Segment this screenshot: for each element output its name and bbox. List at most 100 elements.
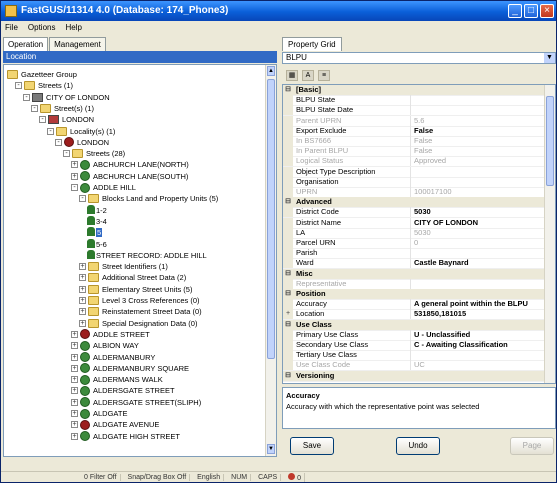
- minimize-button[interactable]: _: [508, 4, 522, 18]
- tree-node[interactable]: Gazetteer Group: [7, 69, 77, 80]
- tree-node[interactable]: - Locality(s) (1): [47, 126, 115, 137]
- expand-icon[interactable]: +: [71, 410, 78, 417]
- grid-scroll-thumb[interactable]: [546, 96, 554, 186]
- grid-category[interactable]: ⊟ Versioning: [283, 370, 545, 382]
- expand-icon[interactable]: +: [71, 376, 78, 384]
- property-value[interactable]: [411, 177, 545, 187]
- property-value[interactable]: False: [411, 146, 545, 156]
- collapse-icon[interactable]: -: [63, 150, 70, 158]
- property-value[interactable]: CITY OF LONDON: [411, 218, 545, 228]
- collapse-icon[interactable]: -: [79, 195, 86, 203]
- tree-node[interactable]: - LONDON: [55, 137, 109, 148]
- tree-node[interactable]: + ABCHURCH LANE(SOUTH): [71, 171, 188, 182]
- category-toggle-icon[interactable]: ⊟: [283, 197, 293, 208]
- property-value[interactable]: False: [411, 136, 545, 146]
- property-value[interactable]: [411, 279, 545, 289]
- collapse-icon[interactable]: -: [31, 104, 38, 112]
- property-value[interactable]: [411, 167, 545, 177]
- alphabetical-icon[interactable]: A: [302, 69, 314, 81]
- scroll-down-icon[interactable]: ▼: [267, 444, 275, 454]
- expand-icon[interactable]: +: [79, 297, 86, 304]
- object-selector[interactable]: BLPU ▼: [282, 52, 556, 64]
- tree-node[interactable]: + Additional Street Data (2): [79, 272, 186, 283]
- property-value[interactable]: False: [411, 126, 545, 136]
- tree-node[interactable]: + Elementary Street Units (5): [79, 284, 192, 295]
- expand-icon[interactable]: +: [71, 161, 78, 169]
- expand-icon[interactable]: +: [71, 330, 78, 338]
- tree-node[interactable]: + Street Identifiers (1): [79, 261, 168, 272]
- category-toggle-icon[interactable]: ⊟: [283, 268, 293, 279]
- property-value[interactable]: 5030: [411, 228, 545, 238]
- collapse-icon[interactable]: -: [15, 82, 22, 90]
- scroll-up-icon[interactable]: ▲: [267, 66, 275, 76]
- tree-node[interactable]: + ALDERMANS WALK: [71, 374, 163, 385]
- page-button[interactable]: Page: [510, 437, 554, 455]
- property-value[interactable]: A general point within the BLPU: [411, 299, 545, 309]
- property-value[interactable]: U - Unclassified: [411, 330, 545, 340]
- property-value[interactable]: 5030: [411, 207, 545, 217]
- expand-icon[interactable]: +: [79, 308, 86, 316]
- tree-node[interactable]: + ALDERMANBURY SQUARE: [71, 363, 189, 374]
- tree-node[interactable]: - LONDON: [39, 114, 94, 125]
- tree-node[interactable]: + ALDERSGATE STREET(SLIPH): [71, 397, 201, 408]
- tree-node[interactable]: +5: [87, 227, 103, 238]
- menu-options[interactable]: Options: [28, 21, 56, 35]
- collapse-icon[interactable]: -: [39, 116, 46, 124]
- tree-node[interactable]: + ALBION WAY: [71, 340, 139, 351]
- tree-node[interactable]: +3-4: [87, 215, 107, 227]
- maximize-button[interactable]: □: [524, 4, 538, 18]
- close-button[interactable]: ×: [540, 4, 554, 18]
- collapse-icon[interactable]: -: [55, 138, 62, 146]
- property-value[interactable]: 5.6: [411, 116, 545, 126]
- save-button[interactable]: Save: [290, 437, 334, 455]
- undo-button[interactable]: Undo: [396, 437, 440, 455]
- property-value[interactable]: [411, 350, 545, 360]
- location-tree[interactable]: Gazetteer Group - Streets (1) - CITY OF LOND…: [3, 64, 277, 457]
- property-value[interactable]: [411, 105, 545, 115]
- expand-icon[interactable]: +: [79, 263, 86, 271]
- property-value[interactable]: Approved: [411, 156, 545, 166]
- tree-node[interactable]: +1-2: [87, 204, 107, 216]
- tree-node[interactable]: - Street(s) (1): [31, 103, 94, 114]
- expand-icon[interactable]: +: [79, 319, 86, 327]
- tree-node[interactable]: + ADDLE STREET: [71, 329, 150, 340]
- tree-node[interactable]: - Blocks Land and Property Units (5): [79, 193, 218, 204]
- tree-node[interactable]: +5-6: [87, 238, 107, 250]
- tree-node[interactable]: - ADDLE HILL: [71, 182, 136, 193]
- property-value[interactable]: UC: [411, 360, 545, 370]
- tree-node[interactable]: + Special Designation Data (0): [79, 318, 197, 329]
- property-value[interactable]: 100017100: [411, 187, 545, 197]
- expand-icon[interactable]: +: [79, 274, 86, 282]
- chevron-down-icon[interactable]: ▼: [544, 53, 555, 63]
- collapse-icon[interactable]: -: [23, 93, 30, 101]
- menu-file[interactable]: File: [5, 21, 18, 35]
- tree-node[interactable]: + Level 3 Cross References (0): [79, 295, 200, 306]
- tree-node[interactable]: + ALDGATE AVENUE: [71, 419, 159, 430]
- collapse-icon[interactable]: -: [71, 184, 78, 191]
- expand-icon[interactable]: +: [71, 421, 78, 429]
- categorized-icon[interactable]: ▦: [286, 69, 298, 81]
- tree-scrollbar[interactable]: ▲ ▼: [265, 65, 276, 456]
- property-value[interactable]: 531850,181015: [411, 309, 545, 319]
- expand-icon[interactable]: +: [71, 342, 78, 350]
- property-value[interactable]: Castle Baynard: [411, 258, 545, 268]
- tree-node[interactable]: + Reinstatement Street Data (0): [79, 306, 202, 317]
- category-toggle-icon[interactable]: ⊟: [283, 370, 293, 381]
- tree-node[interactable]: +STREET RECORD: ADDLE HILL: [87, 249, 207, 261]
- tab-management[interactable]: Management: [49, 37, 106, 51]
- expand-icon[interactable]: +: [71, 398, 78, 406]
- tree-node[interactable]: - Streets (1): [15, 80, 73, 91]
- tree-node[interactable]: - Streets (28): [63, 148, 125, 159]
- category-toggle-icon[interactable]: ⊟: [283, 289, 293, 299]
- collapse-icon[interactable]: -: [47, 127, 54, 135]
- property-value[interactable]: [411, 248, 545, 258]
- category-toggle-icon[interactable]: ⊟: [283, 319, 293, 330]
- tree-node[interactable]: + ALDERSGATE STREET: [71, 385, 175, 396]
- expand-icon[interactable]: +: [71, 172, 78, 180]
- property-value[interactable]: C - Awaiting Classification: [411, 340, 545, 350]
- expand-icon[interactable]: +: [71, 432, 78, 440]
- tree-node[interactable]: - CITY OF LONDON: [23, 92, 110, 103]
- expand-icon[interactable]: +: [71, 353, 78, 361]
- expand-icon[interactable]: +: [71, 387, 78, 395]
- tab-property-grid[interactable]: Property Grid: [282, 37, 342, 51]
